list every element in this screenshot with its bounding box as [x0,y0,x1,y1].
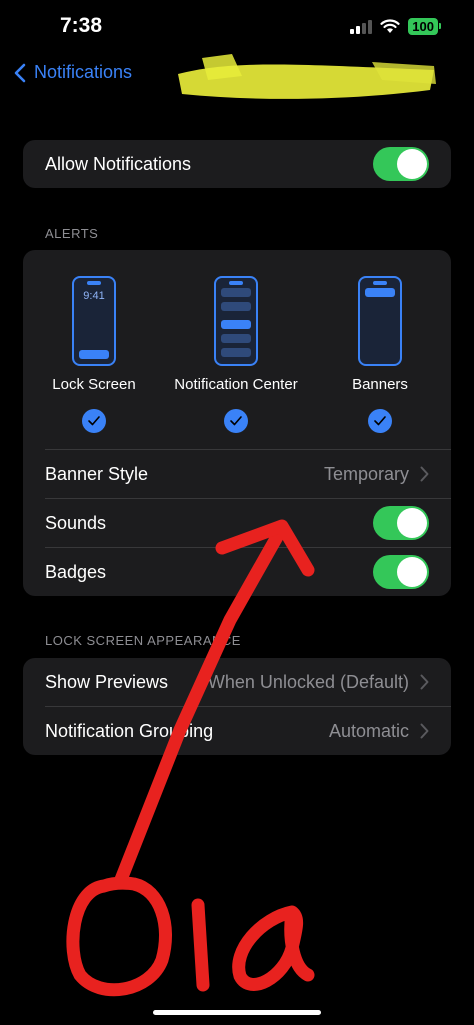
allow-notifications-toggle[interactable] [373,147,429,181]
lock-screen-appearance-card: Show Previews When Unlocked (Default) No… [23,658,451,755]
chevron-right-icon [420,723,429,739]
home-indicator [153,1010,321,1015]
show-previews-row[interactable]: Show Previews When Unlocked (Default) [23,658,451,706]
redaction-scribble [178,54,436,99]
annotation-letter-o [66,876,172,997]
banners-checkmark-icon[interactable] [368,409,392,433]
status-time: 7:38 [60,14,103,37]
lock-screen-checkmark-icon[interactable] [82,409,106,433]
badges-row: Badges [23,548,451,596]
alerts-section-header: ALERTS [45,226,99,241]
notification-grouping-row[interactable]: Notification Grouping Automatic [23,707,451,755]
badges-toggle[interactable] [373,555,429,589]
banner-style-value: Temporary [323,463,409,484]
sounds-label: Sounds [45,512,107,533]
allow-notifications-label: Allow Notifications [45,153,192,174]
notification-center-label: Notification Center [174,376,298,393]
notification-grouping-value: Automatic [328,720,409,741]
banner-style-row[interactable]: Banner Style Temporary [23,450,451,498]
sounds-toggle[interactable] [373,506,429,540]
annotation-letter-l [191,898,210,992]
toggle-knob [397,508,427,538]
chevron-right-icon [420,674,429,690]
notification-center-option[interactable]: Notification Center [171,276,301,433]
lock-screen-appearance-header: LOCK SCREEN APPEARANCE [45,633,241,648]
annotation-letter-a [232,905,315,991]
back-button[interactable]: Notifications [14,62,132,83]
show-previews-label: Show Previews [45,671,169,692]
toggle-knob [397,149,427,179]
notification-grouping-label: Notification Grouping [45,720,214,741]
badges-label: Badges [45,561,107,582]
banners-label: Banners [352,376,408,393]
chevron-right-icon [420,466,429,482]
chevron-left-icon [14,63,26,82]
sounds-row: Sounds [23,499,451,547]
banners-phone-icon [358,276,402,366]
wifi-icon [380,19,400,33]
lock-screen-phone-time: 9:41 [83,290,105,302]
lock-screen-option[interactable]: 9:41 Lock Screen [52,276,136,433]
allow-notifications-card: Allow Notifications [23,140,451,188]
battery-indicator: 100 [408,18,441,35]
notification-center-phone-icon [214,276,258,366]
back-label: Notifications [34,62,133,82]
cellular-signal-icon [350,19,373,34]
lock-screen-label: Lock Screen [52,376,136,393]
allow-notifications-row: Allow Notifications [23,140,451,188]
notification-center-checkmark-icon[interactable] [224,409,248,433]
banners-option[interactable]: Banners [338,276,422,433]
toggle-knob [397,557,427,587]
banner-style-label: Banner Style [45,463,149,484]
status-indicators: 100 [350,18,441,35]
alerts-card: 9:41 Lock Screen Notification Center Ban… [23,250,451,596]
lock-screen-phone-icon: 9:41 [72,276,116,366]
show-previews-value: When Unlocked (Default) [207,671,409,692]
